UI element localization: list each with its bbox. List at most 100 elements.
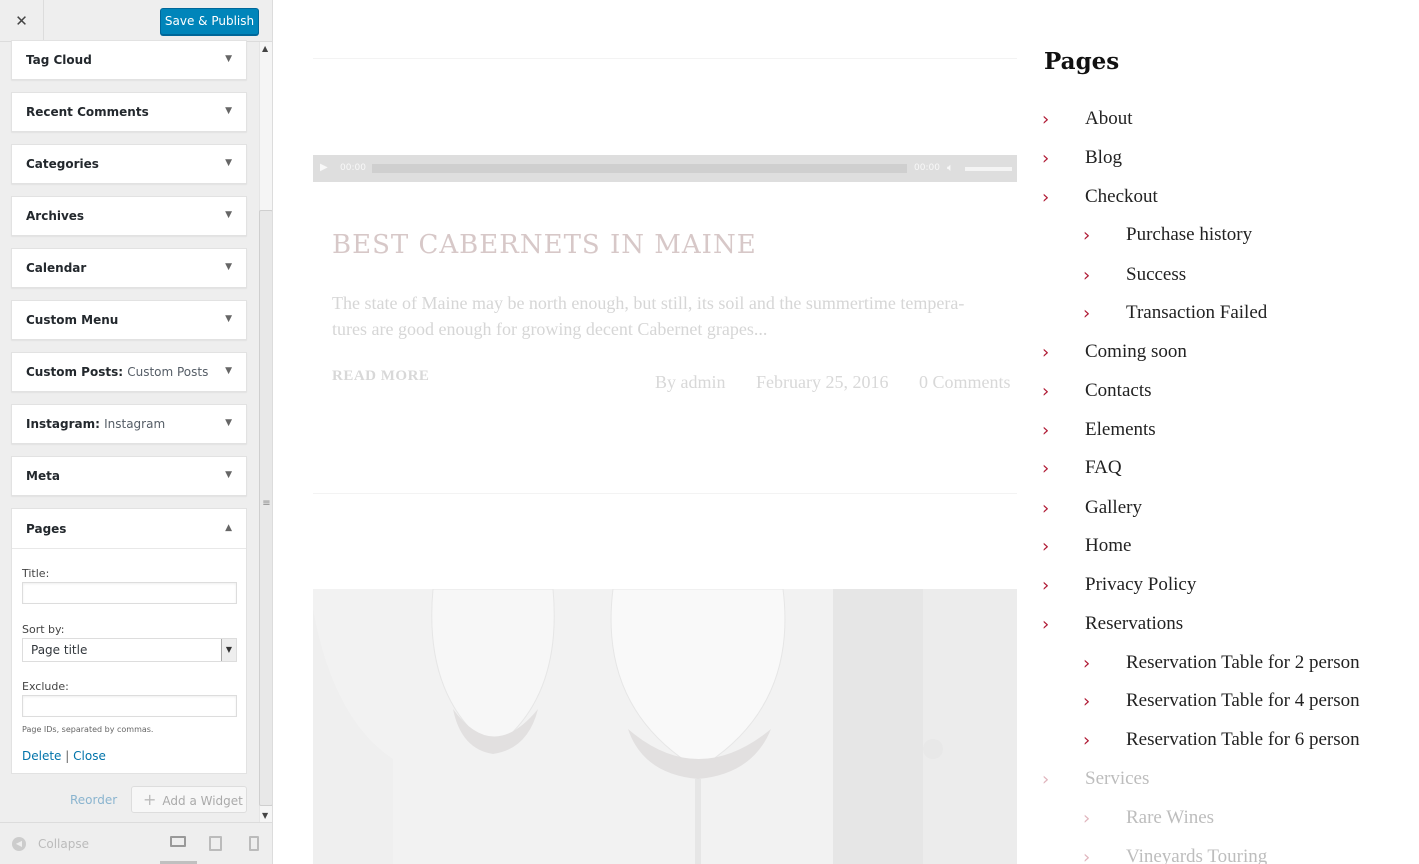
post-author[interactable]: By admin <box>655 372 726 392</box>
widget-categories[interactable]: Categories ▼ <box>11 144 247 184</box>
exclude-hint: Page IDs, separated by commas. <box>22 725 154 734</box>
post-meta: By admin February 25, 2016 0 Comments <box>655 372 1011 393</box>
expand-arrow-icon[interactable]: ▼ <box>225 210 232 220</box>
close-link[interactable]: Close <box>73 749 106 763</box>
divider <box>313 493 1017 494</box>
expand-arrow-icon[interactable]: ▼ <box>225 158 232 168</box>
chevron-right-icon: › <box>1042 187 1050 208</box>
scroll-up-arrow-icon[interactable]: ▲ <box>262 44 268 53</box>
page-link[interactable]: Checkout <box>1085 186 1158 208</box>
audio-player[interactable]: ▶ 00:00 00:00 🔈︎ <box>313 155 1017 182</box>
widget-label: Archives <box>26 209 85 223</box>
chevron-right-icon: › <box>1042 458 1050 479</box>
widget-custom-menu[interactable]: Custom Menu ▼ <box>11 300 247 340</box>
volume-icon[interactable]: 🔈︎ <box>947 161 954 175</box>
chevron-right-icon: › <box>1042 769 1050 790</box>
separator: | <box>65 749 70 763</box>
page-link[interactable]: Reservations <box>1085 613 1183 635</box>
widget-custom-posts[interactable]: Custom Posts: Custom Posts ▼ <box>11 352 247 392</box>
scroll-grip-icon: ≡ <box>262 498 270 509</box>
collapse-icon[interactable]: ◀ <box>12 837 26 851</box>
widget-meta[interactable]: Meta ▼ <box>11 456 247 496</box>
volume-slider[interactable] <box>965 167 1012 171</box>
page-link[interactable]: Gallery <box>1085 497 1142 519</box>
chevron-down-icon[interactable]: ▼ <box>221 639 236 661</box>
expand-arrow-icon[interactable]: ▼ <box>225 106 232 116</box>
widget-calendar[interactable]: Calendar ▼ <box>11 248 247 288</box>
exclude-input[interactable] <box>22 695 237 717</box>
collapse-arrow-icon[interactable]: ▲ <box>225 523 232 533</box>
page-link[interactable]: Success <box>1126 264 1186 286</box>
sort-by-value: Page title <box>31 643 88 657</box>
expand-arrow-icon[interactable]: ▼ <box>225 470 232 480</box>
delete-link[interactable]: Delete <box>22 749 61 763</box>
expand-arrow-icon[interactable]: ▼ <box>225 314 232 324</box>
page-link[interactable]: Elements <box>1085 419 1156 441</box>
widget-recent-comments[interactable]: Recent Comments ▼ <box>11 92 247 132</box>
post-title[interactable]: BEST CABERNETS IN MAINE <box>332 230 757 260</box>
widget-pages-header[interactable]: Pages ▲ <box>12 509 246 549</box>
page-link[interactable]: Transaction Failed <box>1126 302 1267 324</box>
widget-archives[interactable]: Archives ▼ <box>11 196 247 236</box>
chevron-right-icon: › <box>1083 265 1091 286</box>
tablet-preview-icon[interactable] <box>209 836 222 851</box>
expand-arrow-icon[interactable]: ▼ <box>225 366 232 376</box>
audio-progress-bar[interactable] <box>372 164 907 173</box>
widget-label: Categories <box>26 157 99 171</box>
page-link[interactable]: Services <box>1085 768 1149 790</box>
page-link[interactable]: FAQ <box>1085 457 1122 479</box>
play-icon[interactable]: ▶ <box>320 162 328 173</box>
chevron-right-icon: › <box>1042 381 1050 402</box>
save-publish-button[interactable]: Save & Publish <box>160 8 259 35</box>
page-link[interactable]: Reservation Table for 2 person <box>1126 652 1360 674</box>
widget-tag-cloud[interactable]: Tag Cloud ▼ <box>11 40 247 80</box>
chevron-right-icon: › <box>1042 614 1050 635</box>
sort-by-select[interactable]: Page title ▼ <box>22 638 237 662</box>
page-link[interactable]: Reservation Table for 4 person <box>1126 690 1360 712</box>
chevron-right-icon: › <box>1083 225 1091 246</box>
add-widget-button[interactable]: + Add a Widget <box>131 786 247 813</box>
chevron-right-icon: › <box>1083 730 1091 751</box>
page-link[interactable]: Home <box>1085 535 1131 557</box>
widget-label: Instagram: Instagram <box>26 417 166 431</box>
chevron-right-icon: › <box>1042 420 1050 441</box>
expand-arrow-icon[interactable]: ▼ <box>225 418 232 428</box>
desktop-preview-icon[interactable] <box>170 836 186 847</box>
page-link[interactable]: Reservation Table for 6 person <box>1126 729 1360 751</box>
expand-arrow-icon[interactable]: ▼ <box>225 54 232 64</box>
page-link[interactable]: Purchase history <box>1126 224 1252 246</box>
pages-widget-title: Pages <box>1044 48 1120 75</box>
chevron-right-icon: › <box>1042 575 1050 596</box>
chevron-right-icon: › <box>1083 691 1091 712</box>
scroll-down-arrow-icon[interactable]: ▼ <box>262 811 268 820</box>
widget-label: Pages <box>26 522 67 536</box>
chevron-right-icon: › <box>1042 109 1050 130</box>
audio-duration: 00:00 <box>914 163 940 173</box>
site-preview: ▶ 00:00 00:00 🔈︎ BEST CABERNETS IN MAINE… <box>274 0 1419 864</box>
expand-arrow-icon[interactable]: ▼ <box>225 262 232 272</box>
page-link[interactable]: Rare Wines <box>1126 807 1214 829</box>
read-more-link[interactable]: READ MORE <box>332 368 429 385</box>
post-date[interactable]: February 25, 2016 <box>756 372 888 392</box>
page-link[interactable]: About <box>1085 108 1133 130</box>
chevron-right-icon: › <box>1042 536 1050 557</box>
page-link[interactable]: Contacts <box>1085 380 1152 402</box>
chevron-right-icon: › <box>1083 303 1091 324</box>
page-link[interactable]: Coming soon <box>1085 341 1187 363</box>
exclude-label: Exclude: <box>22 680 69 693</box>
page-link[interactable]: Blog <box>1085 147 1122 169</box>
plus-icon: + <box>143 790 157 809</box>
chevron-right-icon: › <box>1083 847 1091 864</box>
post-featured-image[interactable] <box>313 589 1017 864</box>
mobile-preview-icon[interactable] <box>249 836 259 851</box>
close-icon[interactable]: ✕ <box>0 0 44 42</box>
page-link[interactable]: Privacy Policy <box>1085 574 1196 596</box>
sort-by-label: Sort by: <box>22 623 65 636</box>
widget-instagram[interactable]: Instagram: Instagram ▼ <box>11 404 247 444</box>
post-comments[interactable]: 0 Comments <box>919 372 1011 392</box>
title-input[interactable] <box>22 582 237 604</box>
collapse-label[interactable]: Collapse <box>38 837 89 851</box>
page-link[interactable]: Vineyards Touring <box>1126 846 1267 864</box>
widget-actions: Delete | Close <box>22 749 106 763</box>
reorder-link[interactable]: Reorder <box>70 793 117 807</box>
